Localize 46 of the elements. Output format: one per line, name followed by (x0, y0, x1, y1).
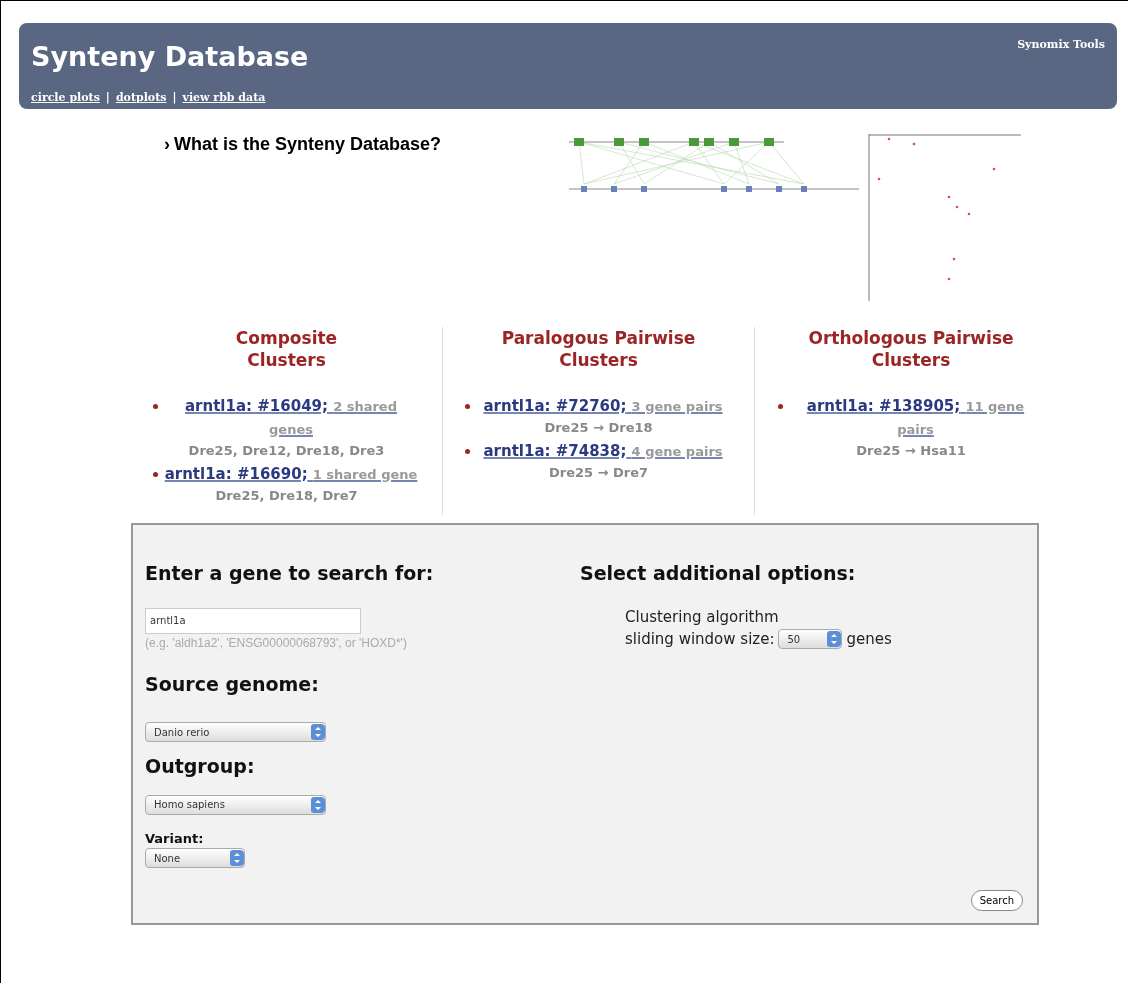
dropdown[interactable]: 50 (778, 629, 843, 650)
nav-separator: | (172, 89, 177, 106)
dropdown[interactable]: Homo sapiens (145, 794, 326, 815)
cluster-link[interactable]: arntl1a: #138905; 11 gene pairs (786, 395, 1045, 441)
cluster-link[interactable]: arntl1a: #16690; 1 shared gene (162, 462, 420, 486)
search-button[interactable]: Search (970, 890, 1023, 911)
nav-link[interactable]: dotplots (115, 89, 167, 106)
window-label: sliding window size: (625, 629, 775, 650)
source-heading: Source genome: (145, 671, 320, 697)
bullet-icon (153, 404, 158, 409)
chromosome-list: Dre25 → Hsa11 (856, 441, 966, 461)
dropdown[interactable]: None (145, 848, 245, 868)
nav-link[interactable]: circle plots (31, 89, 100, 106)
site-title: Synteny Database (31, 40, 309, 74)
window-unit: genes (846, 629, 892, 650)
column-heading: Composite Clusters (234, 327, 339, 371)
cluster-link[interactable]: arntl1a: #74838; 4 gene pairs (474, 439, 732, 463)
intro-link[interactable]: What is the Synteny Database? (174, 131, 442, 319)
cluster-link[interactable]: arntl1a: #72760; 3 gene pairs (474, 395, 732, 418)
window-label: Clustering algorithm (625, 606, 780, 628)
bullet-icon (777, 404, 783, 409)
gene-input[interactable]: arntl1a (145, 607, 361, 634)
stepper-icon (827, 631, 842, 648)
chromosome-list: Dre25 → Dre18 (544, 418, 653, 438)
bullet-icon (153, 471, 158, 477)
outgroup-heading: Outgroup: (145, 754, 256, 779)
column-heading: Orthologous Pairwise Clusters (807, 327, 1015, 371)
bullet-icon (465, 448, 470, 454)
nav-separator: | (105, 89, 110, 106)
stepper-icon (311, 796, 325, 813)
expand-marker: › (164, 133, 170, 156)
chromosome-list: Dre25 → Dre7 (548, 462, 649, 482)
chromosome-list: Dre25, Dre18, Dre7 (215, 485, 358, 505)
stepper-icon (311, 724, 325, 740)
tools-link[interactable]: Synomix Tools (1017, 37, 1105, 109)
chromosome-list: Dre25, Dre12, Dre18, Dre3 (188, 441, 385, 461)
gene-heading: Enter a gene to search for: (145, 561, 435, 586)
gene-hint: (e.g. 'aldh1a2', 'ENSG00000068793', or 'HOXD*') (145, 634, 408, 652)
dropdown[interactable]: Danio rerio (145, 722, 326, 742)
bullet-icon (465, 404, 470, 409)
stepper-icon (230, 850, 244, 866)
nav-link[interactable]: view rbb data (182, 89, 266, 106)
variant-label: Variant: (145, 829, 205, 848)
options-heading: Select additional options: (580, 561, 857, 586)
cluster-link[interactable]: arntl1a: #16049; 2 shared genes (162, 395, 420, 441)
column-heading: Paralogous Pairwise Clusters (500, 327, 697, 371)
